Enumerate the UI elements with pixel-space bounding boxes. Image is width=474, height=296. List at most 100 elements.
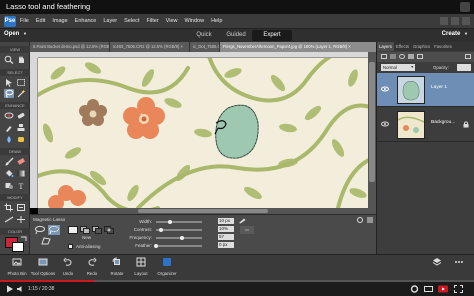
anti-aliasing-checkbox[interactable] bbox=[68, 244, 73, 249]
eye-icon[interactable] bbox=[381, 121, 389, 127]
opacity-input[interactable] bbox=[457, 64, 471, 71]
theater-mode-icon[interactable] bbox=[424, 285, 433, 293]
blur-tool-icon[interactable] bbox=[4, 135, 14, 144]
spot-healing-tool-icon[interactable] bbox=[16, 111, 26, 120]
add-to-selection-icon[interactable] bbox=[80, 226, 90, 234]
feather-slider[interactable] bbox=[156, 245, 202, 247]
volume-icon[interactable] bbox=[16, 285, 25, 293]
width-slider-knob[interactable] bbox=[167, 220, 172, 224]
share-icon[interactable] bbox=[460, 2, 470, 12]
frequency-slider-knob[interactable] bbox=[180, 236, 185, 240]
fullscreen-icon[interactable] bbox=[454, 285, 463, 293]
vertical-scrollbar[interactable] bbox=[368, 52, 376, 208]
frequency-value[interactable]: 57 bbox=[218, 234, 234, 240]
toolbox-section-enhance: ENHANCE bbox=[0, 102, 30, 109]
gradient-tool-icon[interactable] bbox=[16, 169, 26, 178]
create-button[interactable]: Create ▼ bbox=[442, 31, 468, 37]
lock-icon[interactable] bbox=[417, 54, 423, 59]
more-button[interactable] bbox=[444, 257, 474, 269]
menu-layer[interactable]: Layer bbox=[103, 18, 117, 24]
play-icon[interactable] bbox=[6, 285, 14, 293]
tablet-pressure-icon[interactable] bbox=[238, 218, 246, 224]
type-tool-icon[interactable]: T bbox=[16, 181, 26, 190]
contrast-slider[interactable] bbox=[156, 229, 202, 231]
smart-brush-tool-icon[interactable] bbox=[4, 123, 14, 132]
zoom-tool-icon[interactable] bbox=[4, 55, 14, 64]
help-icon[interactable] bbox=[356, 217, 364, 223]
blend-mode-select[interactable]: Normal ▼ bbox=[381, 64, 415, 71]
new-group-icon[interactable] bbox=[390, 54, 396, 59]
menu-select[interactable]: Select bbox=[124, 18, 139, 24]
magic-wand-tool-icon[interactable] bbox=[16, 89, 26, 98]
sponge-tool-icon[interactable] bbox=[16, 135, 26, 144]
new-layer-icon[interactable] bbox=[381, 54, 387, 59]
width-slider[interactable] bbox=[156, 221, 202, 223]
image-canvas[interactable] bbox=[38, 58, 368, 208]
video-progress-bar[interactable] bbox=[0, 280, 474, 282]
contrast-slider-knob[interactable] bbox=[158, 228, 163, 232]
width-value[interactable]: 10 px bbox=[218, 218, 234, 224]
tab-favorites[interactable]: Favorites bbox=[432, 42, 454, 51]
youtube-logo-icon[interactable] bbox=[438, 285, 448, 293]
minimize-icon[interactable] bbox=[440, 17, 448, 25]
mode-tab-expert[interactable]: Expert bbox=[252, 30, 292, 41]
menu-image[interactable]: Image bbox=[52, 18, 67, 24]
layer-mask-icon[interactable] bbox=[408, 54, 414, 59]
refine-edge-button[interactable]: ▭ bbox=[240, 226, 254, 234]
scroll-thumb[interactable] bbox=[369, 62, 375, 182]
maximize-icon[interactable] bbox=[451, 17, 459, 25]
lasso-variant-icon[interactable] bbox=[34, 225, 46, 235]
move-tool-icon[interactable] bbox=[4, 78, 14, 87]
lasso-tool-icon[interactable] bbox=[4, 89, 14, 98]
eye-icon[interactable] bbox=[381, 86, 389, 92]
close-icon[interactable] bbox=[462, 17, 470, 25]
layer-row[interactable]: Backgrou... bbox=[377, 108, 474, 142]
organizer-button[interactable]: Organizer bbox=[152, 257, 182, 276]
straighten-tool-icon[interactable] bbox=[4, 215, 14, 224]
background-color-swatch[interactable] bbox=[12, 242, 24, 252]
red-eye-tool-icon[interactable] bbox=[4, 111, 14, 120]
document-tab-active[interactable]: Flergs_NovemberAfternoon_Paper4.jpg @ 10… bbox=[220, 42, 377, 52]
feather-value[interactable]: 0 px bbox=[218, 242, 234, 248]
marquee-tool-icon[interactable] bbox=[16, 78, 26, 87]
tab-layers[interactable]: Layers bbox=[377, 42, 394, 51]
settings-gear-icon[interactable] bbox=[410, 285, 419, 293]
subtract-from-selection-icon[interactable] bbox=[92, 226, 102, 234]
mode-tab-guided[interactable]: Guided bbox=[217, 30, 255, 41]
menu-file[interactable]: File bbox=[20, 18, 29, 24]
paint-bucket-tool-icon[interactable] bbox=[4, 169, 14, 178]
menu-enhance[interactable]: Enhance bbox=[75, 18, 97, 24]
intersect-selection-icon[interactable] bbox=[104, 226, 114, 234]
tab-effects[interactable]: Effects bbox=[394, 42, 411, 51]
crop-tool-icon[interactable] bbox=[4, 203, 14, 212]
frequency-slider[interactable] bbox=[156, 237, 202, 239]
shape-tool-icon[interactable] bbox=[4, 181, 14, 190]
document-tab[interactable]: ic_Dot_7506.CR2 @ 12.5% (RGB/8) × bbox=[190, 42, 220, 52]
menu-filter[interactable]: Filter bbox=[146, 18, 158, 24]
scroll-thumb[interactable] bbox=[138, 209, 268, 213]
clone-stamp-tool-icon[interactable] bbox=[16, 123, 26, 132]
document-tab[interactable]: 6.Paint Bucket demo.psd @ 12.5% (RGB/8) … bbox=[30, 42, 110, 52]
layer-row[interactable]: Layer 1 bbox=[377, 73, 474, 107]
tab-graphics[interactable]: Graphics bbox=[411, 42, 432, 51]
menu-edit[interactable]: Edit bbox=[36, 18, 45, 24]
adjustment-layer-icon[interactable] bbox=[399, 54, 405, 59]
swap-colors-icon[interactable] bbox=[20, 236, 27, 242]
menu-window[interactable]: Window bbox=[185, 18, 205, 24]
contrast-value[interactable]: 10% bbox=[218, 226, 234, 232]
magnetic-lasso-icon[interactable] bbox=[48, 225, 60, 235]
polygonal-lasso-icon[interactable] bbox=[40, 236, 52, 246]
open-button[interactable]: Open ▼ bbox=[4, 31, 30, 40]
content-aware-move-tool-icon[interactable] bbox=[16, 215, 26, 224]
document-tab[interactable]: Ic493_7506.CR2 @ 12.5% (RGB/8) × bbox=[110, 42, 190, 52]
hand-tool-icon[interactable] bbox=[16, 55, 26, 64]
menu-help[interactable]: Help bbox=[211, 18, 222, 24]
brush-tool-icon[interactable] bbox=[4, 157, 14, 166]
options-menu-icon[interactable] bbox=[366, 217, 374, 223]
trash-icon[interactable] bbox=[465, 54, 471, 59]
feather-slider-knob[interactable] bbox=[154, 244, 158, 248]
recompose-tool-icon[interactable] bbox=[16, 203, 26, 212]
menu-view[interactable]: View bbox=[166, 18, 178, 24]
eraser-tool-icon[interactable] bbox=[16, 157, 26, 166]
new-selection-icon[interactable] bbox=[68, 226, 78, 234]
